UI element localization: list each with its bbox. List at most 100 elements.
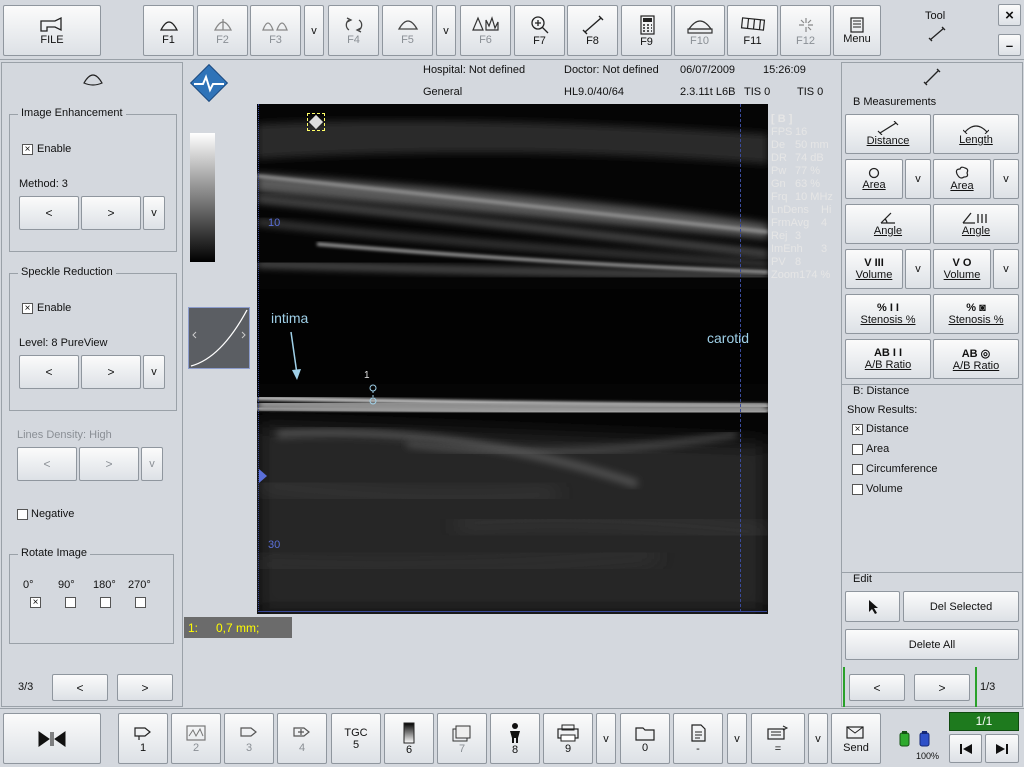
minimize-button[interactable]: – (998, 34, 1021, 56)
angle-multi-button[interactable]: Angle (933, 204, 1019, 244)
show-circumference-checkbox[interactable] (852, 464, 863, 475)
freeze-button[interactable] (3, 713, 101, 764)
speckle-v-button[interactable]: v (143, 355, 165, 389)
show-area-checkbox[interactable] (852, 444, 863, 455)
right-next-page-button[interactable]: > (914, 674, 970, 701)
rotate-180-checkbox[interactable] (100, 597, 111, 608)
key-7-button[interactable]: 7 (437, 713, 487, 764)
rotate-90-checkbox[interactable] (65, 597, 76, 608)
f12-button[interactable]: F12 (780, 5, 831, 56)
f11-button[interactable]: F11 (727, 5, 778, 56)
app-logo (188, 62, 230, 104)
f2-button[interactable]: F2 (197, 5, 248, 56)
rotate-0-checkbox[interactable]: × (30, 597, 41, 608)
del-selected-button[interactable]: Del Selected (903, 591, 1019, 622)
annotation-intima[interactable]: intima (271, 310, 308, 326)
ultrasound-image[interactable] (257, 104, 768, 614)
f3-button[interactable]: F3 (250, 5, 301, 56)
param-value: 16 (795, 126, 808, 138)
select-pointer-button[interactable] (845, 591, 900, 622)
volume-ellipse-button[interactable]: V O Volume (933, 249, 991, 289)
speckle-enable-checkbox[interactable]: × (22, 303, 33, 314)
area-trace-button[interactable]: Area (933, 159, 991, 199)
f1-button[interactable]: F1 (143, 5, 194, 56)
right-prev-page-button[interactable]: < (849, 674, 905, 701)
ab-ratio-area-button[interactable]: AB ◎ A/B Ratio (933, 339, 1019, 379)
key-9-v-button[interactable]: v (596, 713, 616, 764)
version-text: 2.3.11t L6B (680, 86, 736, 98)
f5-v-button[interactable]: v (436, 5, 456, 56)
key-6-button[interactable]: 6 (384, 713, 434, 764)
area-ellipse-button[interactable]: Area (845, 159, 903, 199)
param-key: Frq (771, 191, 788, 203)
stenosis-diameter-button[interactable]: % I I Stenosis % (845, 294, 931, 334)
show-distance-label: Distance (866, 423, 909, 435)
tgc-button[interactable]: TGC 5 (331, 713, 381, 764)
focus-depth-triangle[interactable] (259, 469, 267, 483)
annotation-carotid[interactable]: carotid (707, 330, 749, 346)
f8-button[interactable]: F8 (567, 5, 618, 56)
key-0-button[interactable]: 0 (620, 713, 670, 764)
f10-button[interactable]: F10 (674, 5, 725, 56)
image-enhancement-checkbox[interactable]: × (22, 144, 33, 155)
param-row: Frq 10 MHz (771, 191, 833, 204)
sector-edge-line (740, 104, 741, 612)
show-volume-checkbox[interactable] (852, 484, 863, 495)
method-prev-button[interactable]: < (19, 196, 79, 230)
volume-v-button[interactable]: v (905, 249, 931, 289)
method-v-button[interactable]: v (143, 196, 165, 230)
focus-marker-icon[interactable] (307, 113, 325, 131)
gamma-curve-icon (190, 309, 248, 367)
probe-c-icon (293, 726, 310, 737)
f4-button[interactable]: F4 (328, 5, 379, 56)
key-8-button[interactable]: 8 (490, 713, 540, 764)
area-ellipse-v-button[interactable]: v (905, 159, 931, 199)
send-button[interactable]: Send (831, 713, 881, 764)
key-equal-button[interactable]: = (751, 713, 805, 764)
key-1-button[interactable]: 1 (118, 713, 168, 764)
delete-all-button[interactable]: Delete All (845, 629, 1019, 660)
menu-button[interactable]: Menu (833, 5, 881, 56)
lines-density-v-button[interactable]: v (141, 447, 163, 481)
angle-button[interactable]: Angle (845, 204, 931, 244)
key-2-button[interactable]: 2 (171, 713, 221, 764)
distance-button[interactable]: Distance (845, 114, 931, 154)
key-equal-v-button[interactable]: v (808, 713, 828, 764)
ab-ratio-diameter-button[interactable]: AB I I A/B Ratio (845, 339, 931, 379)
key-minus-button[interactable]: - (673, 713, 723, 764)
length-button[interactable]: Length (933, 114, 1019, 154)
rotate-270-checkbox[interactable] (135, 597, 146, 608)
file-button[interactable]: FILE (3, 5, 101, 56)
left-prev-page-button[interactable]: < (52, 674, 108, 701)
tis-text-2: TIS 0 (797, 86, 824, 98)
speckle-prev-button[interactable]: < (19, 355, 79, 389)
stenosis-area-button[interactable]: % ◙ Stenosis % (933, 294, 1019, 334)
caliper-icon (582, 15, 603, 34)
close-button[interactable]: × (998, 4, 1021, 26)
volume-ellipse-v-button[interactable]: v (993, 249, 1019, 289)
key-minus-v-button[interactable]: v (727, 713, 747, 764)
post-processing-curve[interactable] (188, 307, 250, 369)
key-3-button[interactable]: 3 (224, 713, 274, 764)
caliper-marker-icon[interactable] (366, 384, 380, 406)
show-distance-checkbox[interactable]: × (852, 424, 863, 435)
speckle-next-button[interactable]: > (81, 355, 141, 389)
show-results-label: Show Results: (847, 404, 918, 416)
gray-map-icon (403, 722, 415, 743)
left-next-page-button[interactable]: > (117, 674, 173, 701)
method-next-button[interactable]: > (81, 196, 141, 230)
f7-button[interactable]: F7 (514, 5, 565, 56)
prev-image-button[interactable] (949, 734, 982, 763)
f3-v-button[interactable]: v (304, 5, 324, 56)
f9-button[interactable]: F9 (621, 5, 672, 56)
f5-button[interactable]: F5 (382, 5, 433, 56)
lines-density-next-button[interactable]: > (79, 447, 139, 481)
area-trace-v-button[interactable]: v (993, 159, 1019, 199)
f6-button[interactable]: F6 (460, 5, 511, 56)
key-4-button[interactable]: 4 (277, 713, 327, 764)
lines-density-prev-button[interactable]: < (17, 447, 77, 481)
negative-checkbox[interactable] (17, 509, 28, 520)
volume-button[interactable]: V III Volume (845, 249, 903, 289)
next-image-button[interactable] (985, 734, 1019, 763)
key-9-button[interactable]: 9 (543, 713, 593, 764)
